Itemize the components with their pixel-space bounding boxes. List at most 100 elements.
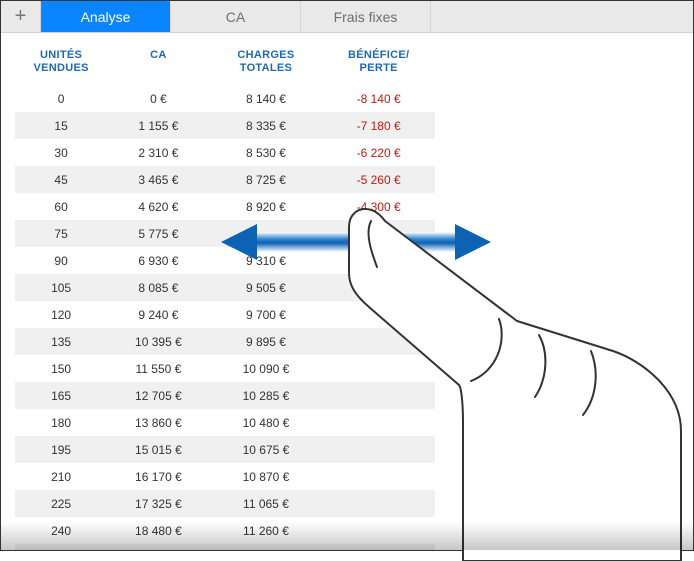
- cell-ca: 18 480 €: [107, 517, 209, 544]
- cell-ca: 9 240 €: [107, 301, 209, 328]
- cell-units: 150: [15, 355, 107, 382]
- cell-units: 90: [15, 247, 107, 274]
- cell-charges: 9 700 €: [210, 301, 323, 328]
- cell-ca: 5 775 €: [107, 220, 209, 247]
- cell-charges: 10 090 €: [210, 355, 323, 382]
- table-row[interactable]: 151 155 €8 335 €-7 180 €: [15, 112, 435, 139]
- cell-benefit: -5 260 €: [322, 166, 435, 193]
- cell-benefit: 0 €: [322, 247, 435, 274]
- cell-units: 15: [15, 112, 107, 139]
- table-row[interactable]: 1058 085 €9 505 €€: [15, 274, 435, 301]
- cell-units: 30: [15, 139, 107, 166]
- cell-charges: 11 065 €: [210, 490, 323, 517]
- cell-ca: 15 015 €: [107, 436, 209, 463]
- table-row[interactable]: 453 465 €8 725 €-5 260 €: [15, 166, 435, 193]
- cell-benefit: -7 180 €: [322, 112, 435, 139]
- cell-benefit: [322, 382, 435, 409]
- cell-ca: 11 550 €: [107, 355, 209, 382]
- cell-ca: 12 705 €: [107, 382, 209, 409]
- tab-bar: + Analyse CA Frais fixes: [1, 1, 693, 33]
- cell-units: 255: [15, 544, 107, 550]
- cell-charges: 9 895 €: [210, 328, 323, 355]
- table-row[interactable]: 16512 705 €10 285 €: [15, 382, 435, 409]
- cell-benefit: [322, 220, 435, 247]
- table-row[interactable]: 755 775 €: [15, 220, 435, 247]
- table-row[interactable]: 906 930 €9 310 €0 €: [15, 247, 435, 274]
- cell-benefit: [322, 301, 435, 328]
- tab-label: Frais fixes: [334, 9, 398, 25]
- cell-charges: [210, 220, 323, 247]
- cell-units: 120: [15, 301, 107, 328]
- tab-label: CA: [226, 9, 245, 25]
- header-benefit: BÉNÉFICE/ PERTE: [322, 41, 435, 85]
- cell-benefit: [322, 463, 435, 490]
- table-row[interactable]: 24018 480 €11 260 €: [15, 517, 435, 544]
- cell-charges: 8 140 €: [210, 85, 323, 112]
- cell-units: 45: [15, 166, 107, 193]
- table-row[interactable]: 18013 860 €10 480 €: [15, 409, 435, 436]
- cell-units: 195: [15, 436, 107, 463]
- cell-benefit: [322, 490, 435, 517]
- cell-charges: 8 725 €: [210, 166, 323, 193]
- cell-charges: 9 310 €: [210, 247, 323, 274]
- tab-analyse[interactable]: Analyse: [41, 1, 171, 32]
- table-row[interactable]: 604 620 €8 920 €-4 300 €: [15, 193, 435, 220]
- cell-ca: 1 155 €: [107, 112, 209, 139]
- table-row[interactable]: 21016 170 €10 870 €: [15, 463, 435, 490]
- cell-units: 240: [15, 517, 107, 544]
- cell-ca: 2 310 €: [107, 139, 209, 166]
- cell-units: 75: [15, 220, 107, 247]
- add-tab-button[interactable]: +: [1, 1, 41, 32]
- analysis-table: UNITÉS VENDUES CA CHARGES TOTALES BÉNÉFI…: [15, 41, 435, 550]
- cell-benefit: [322, 328, 435, 355]
- cell-charges: 9 505 €: [210, 274, 323, 301]
- table-row[interactable]: 22517 325 €11 065 €: [15, 490, 435, 517]
- cell-units: 225: [15, 490, 107, 517]
- cell-units: 0: [15, 85, 107, 112]
- header-units: UNITÉS VENDUES: [15, 41, 107, 85]
- cell-ca: 8 085 €: [107, 274, 209, 301]
- cell-benefit: €: [322, 274, 435, 301]
- cell-ca: 3 465 €: [107, 166, 209, 193]
- cell-charges: 8 335 €: [210, 112, 323, 139]
- cell-charges: 11 455 €: [210, 544, 323, 550]
- cell-benefit: [322, 517, 435, 544]
- table-header-row: UNITÉS VENDUES CA CHARGES TOTALES BÉNÉFI…: [15, 41, 435, 85]
- tab-frais-fixes[interactable]: Frais fixes: [301, 1, 431, 32]
- cell-charges: 8 920 €: [210, 193, 323, 220]
- cell-charges: 10 480 €: [210, 409, 323, 436]
- cell-benefit: [322, 544, 435, 550]
- tab-label: Analyse: [81, 9, 131, 25]
- cell-benefit: [322, 355, 435, 382]
- cell-ca: 17 325 €: [107, 490, 209, 517]
- cell-ca: 16 170 €: [107, 463, 209, 490]
- cell-charges: 8 530 €: [210, 139, 323, 166]
- table-row[interactable]: 13510 395 €9 895 €: [15, 328, 435, 355]
- table-row[interactable]: 00 €8 140 €-8 140 €: [15, 85, 435, 112]
- cell-units: 180: [15, 409, 107, 436]
- tab-ca[interactable]: CA: [171, 1, 301, 32]
- cell-units: 135: [15, 328, 107, 355]
- cell-benefit: [322, 436, 435, 463]
- header-ca: CA: [107, 41, 209, 85]
- table-row[interactable]: 19515 015 €10 675 €: [15, 436, 435, 463]
- cell-charges: 11 260 €: [210, 517, 323, 544]
- cell-benefit: -8 140 €: [322, 85, 435, 112]
- cell-ca: 0 €: [107, 85, 209, 112]
- cell-charges: 10 675 €: [210, 436, 323, 463]
- cell-charges: 10 285 €: [210, 382, 323, 409]
- table-container: UNITÉS VENDUES CA CHARGES TOTALES BÉNÉFI…: [1, 33, 693, 550]
- table-row[interactable]: 1209 240 €9 700 €: [15, 301, 435, 328]
- table-row[interactable]: 25519 635 €11 455 €: [15, 544, 435, 550]
- cell-units: 165: [15, 382, 107, 409]
- cell-ca: 10 395 €: [107, 328, 209, 355]
- cell-benefit: -6 220 €: [322, 139, 435, 166]
- table-row[interactable]: 15011 550 €10 090 €: [15, 355, 435, 382]
- cell-ca: 4 620 €: [107, 193, 209, 220]
- cell-units: 210: [15, 463, 107, 490]
- table-row[interactable]: 302 310 €8 530 €-6 220 €: [15, 139, 435, 166]
- cell-benefit: [322, 409, 435, 436]
- header-charges: CHARGES TOTALES: [210, 41, 323, 85]
- cell-units: 105: [15, 274, 107, 301]
- cell-charges: 10 870 €: [210, 463, 323, 490]
